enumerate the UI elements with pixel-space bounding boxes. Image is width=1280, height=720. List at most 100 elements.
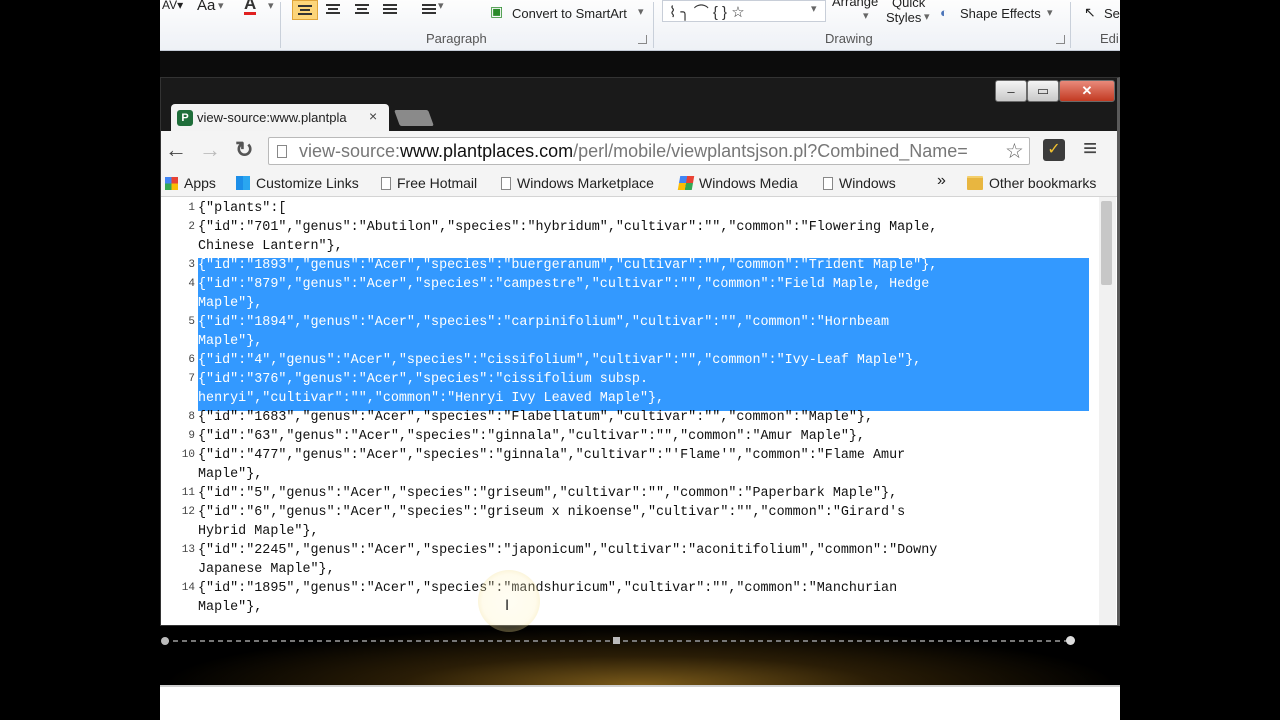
line-number: 3 — [188, 259, 195, 271]
bookmarks-overflow-button[interactable]: » — [937, 172, 946, 190]
source-line: {"id":"63","genus":"Acer","species":"gin… — [198, 429, 865, 444]
source-line: {"id":"701","genus":"Abutilon","species"… — [198, 220, 938, 235]
source-line: Maple"}, — [198, 600, 263, 615]
arrange-dropdown-icon: ▾ — [863, 10, 869, 22]
quick-styles-line1[interactable]: Quick — [892, 0, 925, 10]
shape-effects-dropdown-icon: ▾ — [1047, 7, 1053, 19]
select-button[interactable]: Se — [1104, 6, 1120, 21]
menu-icon[interactable]: ≡ — [1083, 137, 1097, 161]
video-controls-bar — [160, 626, 1120, 685]
bookmark-windows-marketplace[interactable]: Windows Marketplace — [501, 175, 654, 191]
paragraph-dialog-launcher[interactable] — [638, 35, 647, 44]
source-line: Maple"}, — [198, 296, 263, 311]
line-number: 8 — [188, 411, 195, 423]
windows-logo-icon — [236, 176, 250, 190]
address-bar[interactable]: view-source:www.plantplaces.com/perl/mob… — [268, 137, 1030, 165]
scrollbar-thumb[interactable] — [1101, 201, 1112, 285]
folder-icon — [967, 176, 983, 190]
bookmark-customize-links[interactable]: Customize Links — [236, 175, 359, 191]
windows-flag-icon — [677, 176, 695, 190]
font-color-icon[interactable]: A — [244, 0, 257, 15]
bookmark-free-hotmail[interactable]: Free Hotmail — [381, 175, 477, 191]
url-path: /perl/mobile/viewplantsjson.pl?Combined_… — [573, 141, 968, 161]
source-line: {"id":"1893","genus":"Acer","species":"b… — [198, 258, 938, 273]
smartart-dropdown-icon: ▾ — [638, 6, 644, 18]
line-number: 11 — [181, 487, 195, 499]
seek-marker — [613, 637, 620, 644]
line-number: 6 — [188, 354, 195, 366]
source-line: Japanese Maple"}, — [198, 562, 335, 577]
character-spacing-icon[interactable]: AV▾ — [162, 0, 183, 12]
extension-icon[interactable]: ✓ — [1043, 139, 1065, 161]
group-separator — [280, 2, 281, 48]
source-line: {"id":"1895","genus":"Acer","species":"m… — [198, 581, 898, 596]
smartart-icon: ▣ — [490, 3, 504, 19]
bookmark-windows[interactable]: Windows — [823, 175, 896, 191]
align-center-button[interactable] — [321, 0, 345, 18]
new-tab-button[interactable] — [394, 110, 434, 126]
forward-button[interactable]: → — [199, 139, 221, 161]
source-line: {"id":"376","genus":"Acer","species":"ci… — [198, 372, 648, 387]
tab-favicon-icon: P — [177, 110, 193, 126]
url-text: view-source:www.plantplaces.com/perl/mob… — [299, 141, 968, 162]
line-number: 4 — [188, 278, 195, 290]
seek-start-handle[interactable] — [161, 637, 169, 645]
seek-thumb[interactable] — [1066, 636, 1075, 645]
vertical-scrollbar[interactable] — [1099, 197, 1116, 625]
bookmark-star-icon[interactable]: ☆ — [1005, 139, 1024, 164]
line-number: 7 — [188, 373, 195, 385]
source-line: Chinese Lantern"}, — [198, 239, 343, 254]
font-color-dropdown-icon[interactable]: ▾ — [268, 0, 274, 12]
arrange-button[interactable]: Arrange — [832, 0, 878, 9]
align-right-button[interactable] — [350, 0, 374, 18]
editing-group-label: Edi — [1100, 31, 1119, 46]
line-number: 13 — [181, 544, 195, 556]
tab-close-icon[interactable]: × — [369, 108, 377, 124]
shapes-gallery[interactable]: ⌇ ╮ ⌒ { } ☆ ▾ — [662, 0, 826, 22]
font-size-dropdown-icon[interactable]: ▾ — [218, 0, 224, 12]
minimize-button[interactable]: ‒ — [995, 80, 1027, 102]
page-icon — [277, 145, 287, 158]
source-line: {"plants":[ — [198, 201, 287, 216]
source-line: henryi","cultivar":"","common":"Henryi I… — [198, 391, 665, 406]
view-source-content[interactable]: 1 {"plants":[2 {"id":"701","genus":"Abutil… — [161, 197, 1117, 625]
source-line: Hybrid Maple"}, — [198, 524, 319, 539]
source-line: {"id":"1683","genus":"Acer","species":"F… — [198, 410, 873, 425]
columns-dropdown-icon[interactable]: ▾ — [438, 0, 444, 12]
align-left-button[interactable] — [292, 0, 318, 20]
shapes-glyphs: ⌇ ╮ ⌒ { } ☆ — [669, 4, 745, 21]
bookmark-label: Customize Links — [256, 175, 359, 191]
bookmark-windows-media[interactable]: Windows Media — [677, 175, 798, 191]
word-ribbon: AV▾ Aa ▾ A ▾ ▾ ▣ Convert to SmartArt ▾ P… — [160, 0, 1120, 51]
drawing-dialog-launcher[interactable] — [1056, 35, 1065, 44]
document-page-below — [160, 685, 1120, 720]
convert-smartart-button[interactable]: Convert to SmartArt — [512, 6, 627, 21]
gallery-more-icon[interactable]: ▾ — [811, 2, 817, 15]
quick-styles-line2[interactable]: Styles — [886, 10, 921, 25]
browser-tab[interactable]: P view-source:www.plantpla × — [171, 104, 389, 132]
drawing-group-label: Drawing — [825, 31, 873, 46]
quick-styles-dropdown-icon: ▾ — [924, 11, 930, 23]
bookmark-label: Windows Media — [699, 175, 798, 191]
group-separator — [653, 2, 654, 48]
line-number: 12 — [181, 506, 195, 518]
line-number: 2 — [188, 221, 195, 233]
bookmarks-bar: Apps Customize Links Free Hotmail Window… — [161, 171, 1117, 197]
paragraph-group-label: Paragraph — [426, 31, 487, 46]
shape-effects-button[interactable]: Shape Effects — [960, 6, 1041, 21]
bookmark-label: Apps — [184, 175, 216, 191]
maximize-button[interactable]: ▭ — [1027, 80, 1059, 102]
font-size-icon[interactable]: Aa — [197, 0, 215, 14]
bookmark-apps[interactable]: Apps — [165, 175, 216, 191]
desktop-strip — [160, 51, 1120, 77]
url-host: www.plantplaces.com — [400, 141, 574, 161]
shape-effects-icon: ◐ — [940, 5, 948, 20]
reload-button[interactable]: ↻ — [235, 139, 253, 161]
justify-button[interactable] — [378, 0, 402, 18]
other-bookmarks[interactable]: Other bookmarks — [967, 175, 1096, 191]
navigation-bar: ← → ↻ view-source:www.plantplaces.com/pe… — [161, 131, 1117, 171]
other-bookmarks-label: Other bookmarks — [989, 175, 1097, 191]
page-icon — [381, 176, 391, 190]
close-window-button[interactable]: ✕ — [1059, 80, 1115, 102]
back-button[interactable]: ← — [165, 139, 187, 161]
